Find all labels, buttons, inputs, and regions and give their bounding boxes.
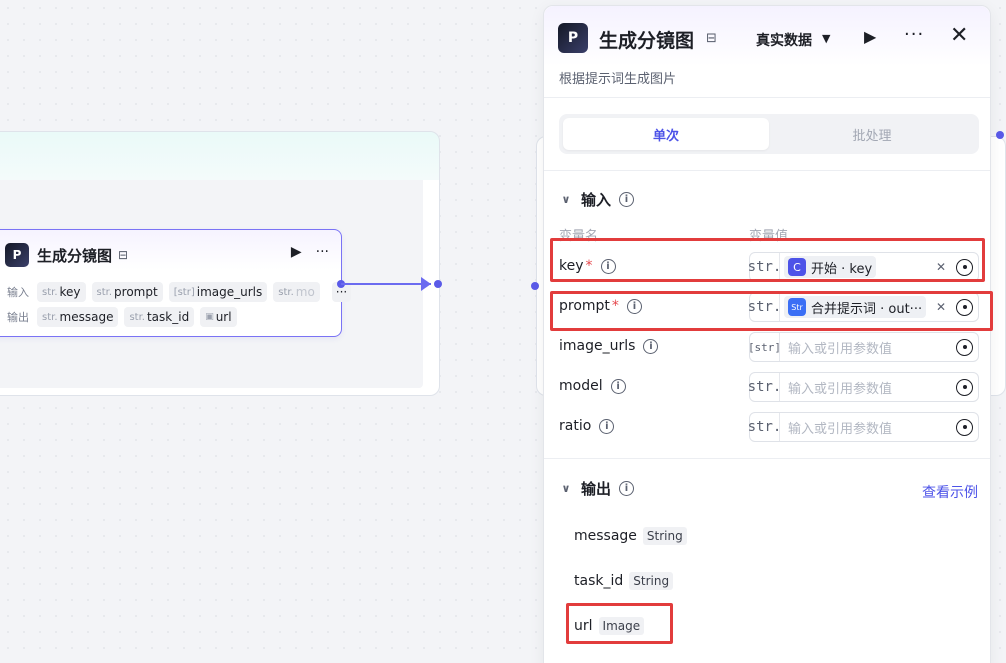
node-config-panel: P 生成分镜图 ⊟ 真实数据 ▼ ▶ ··· ✕ 根据提示词生成图片 单次 批处… (543, 5, 991, 663)
param-type[interactable]: str. (748, 373, 781, 401)
info-icon[interactable]: i (643, 338, 659, 354)
param-value-input[interactable]: 输入或引用参数值 (788, 338, 956, 357)
canvas-node-generate-storyboard[interactable]: P 生成分镜图 ⊟ ▶ ··· 输入 str. key str. prompt [s… (0, 229, 352, 337)
node-input-chip: str. mo (273, 282, 320, 302)
plugin-logo-icon: P (5, 243, 29, 267)
tab-batch[interactable]: 批处理 (769, 118, 975, 150)
output-type-badge: String (629, 572, 674, 590)
param-row-ratio: ratio i str. 输入或引用参数值 (559, 412, 979, 442)
node-input-chip: str. key (37, 282, 86, 302)
output-section-header[interactable]: ∨ 输出 i (559, 478, 635, 499)
run-node-icon[interactable]: ▶ (864, 27, 876, 46)
output-item-message: message String (574, 527, 687, 545)
reference-picker-icon[interactable] (956, 418, 973, 436)
param-value-input[interactable]: 输入或引用参数值 (788, 418, 956, 437)
info-icon[interactable]: i (599, 418, 615, 434)
panel-more-icon[interactable]: ··· (904, 24, 924, 45)
info-icon[interactable]: i (610, 378, 626, 394)
connection-edge[interactable] (341, 283, 431, 285)
panel-title: 生成分镜图 (599, 30, 695, 52)
divider (544, 170, 990, 171)
node-input-chip: str. prompt (91, 282, 163, 302)
param-row-image-urls: image_urls i [str] 输入或引用参数值 (559, 332, 979, 362)
run-mode-tabs: 单次 批处理 (559, 114, 979, 154)
output-type-badge: String (642, 527, 687, 545)
divider (544, 458, 990, 459)
param-type[interactable]: [str] (748, 333, 781, 361)
node-title: 生成分镜图 (37, 246, 113, 265)
node-output-label: 输出 (7, 311, 29, 324)
chevron-down-icon[interactable]: ∨ (559, 482, 573, 495)
node-more-icon[interactable]: ··· (316, 244, 329, 260)
param-row-model: model i str. 输入或引用参数值 (559, 372, 979, 402)
info-icon[interactable]: i (619, 481, 635, 496)
input-section-header[interactable]: ∨ 输入 i (559, 189, 635, 210)
caret-down-icon[interactable]: ▼ (822, 32, 830, 45)
node-inputs-row: 输入 str. key str. prompt [str] image_urls st… (7, 282, 352, 302)
param-value-input[interactable]: 输入或引用参数值 (788, 378, 956, 397)
param-type[interactable]: str. (748, 413, 781, 441)
plugin-logo-icon: P (558, 23, 588, 53)
param-value-field[interactable]: str. 输入或引用参数值 (748, 412, 979, 442)
node-output-chip: str. message (37, 307, 119, 327)
data-mode-select[interactable]: 真实数据 (756, 30, 812, 50)
param-name: image_urls i (559, 338, 659, 354)
highlight-box-key (550, 238, 985, 282)
chevron-down-icon[interactable]: ∨ (559, 193, 573, 206)
image-type-icon: ▣ (205, 312, 214, 322)
node-outputs-row: 输出 str. message str. task_id ▣ url (7, 307, 237, 327)
param-value-field[interactable]: str. 输入或引用参数值 (748, 372, 979, 402)
next-node-input-port[interactable] (531, 282, 539, 290)
plugin-store-icon: ⊟ (706, 31, 717, 46)
highlight-box-url (566, 603, 673, 644)
next-node-output-port[interactable] (996, 131, 1004, 139)
info-icon[interactable]: i (619, 192, 635, 207)
highlight-box-prompt (550, 291, 993, 331)
panel-description: 根据提示词生成图片 (559, 72, 677, 87)
view-example-link[interactable]: 查看示例 (922, 482, 978, 502)
reference-picker-icon[interactable] (956, 338, 973, 356)
param-name: ratio i (559, 418, 615, 434)
input-section-title: 输入 (581, 191, 612, 209)
node-actions: ▶ ··· (291, 244, 329, 260)
plugin-store-icon: ⊟ (118, 248, 129, 262)
group-output-port[interactable] (434, 280, 442, 288)
close-icon[interactable]: ✕ (950, 23, 968, 48)
tab-single[interactable]: 单次 (563, 118, 769, 150)
node-header: P 生成分镜图 ⊟ (5, 242, 128, 268)
edge-arrow-icon (421, 277, 431, 291)
node-output-chip: str. task_id (124, 307, 195, 327)
reference-picker-icon[interactable] (956, 378, 973, 396)
output-section-title: 输出 (581, 480, 612, 498)
output-item-task-id: task_id String (574, 572, 674, 590)
panel-header: P 生成分镜图 ⊟ 真实数据 ▼ ▶ ··· ✕ 根据提示词生成图片 (544, 6, 990, 98)
param-value-field[interactable]: [str] 输入或引用参数值 (748, 332, 979, 362)
param-name: model i (559, 378, 626, 394)
node-output-chip: ▣ url (200, 307, 237, 327)
node-input-label: 输入 (7, 286, 29, 299)
node-input-chip: [str] image_urls (168, 282, 268, 302)
run-node-icon[interactable]: ▶ (291, 244, 302, 260)
